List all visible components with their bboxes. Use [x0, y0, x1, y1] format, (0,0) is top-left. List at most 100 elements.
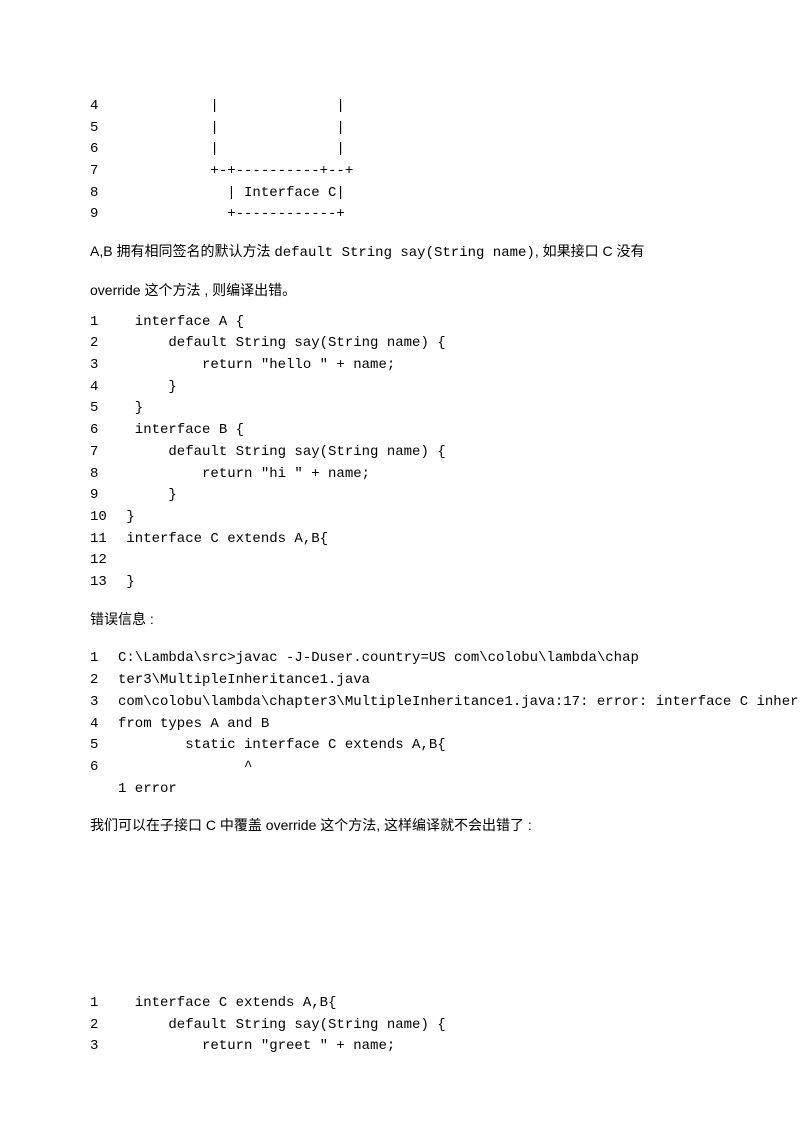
code-text: } — [118, 572, 135, 594]
document-page: 4 | |5 | |6 | |7 +-+----------+--+8 | In… — [0, 0, 800, 1108]
text: 错误信息 : — [90, 611, 154, 627]
code-text: com\colobu\lambda\chapter3\MultipleInher… — [118, 692, 799, 714]
code-text: return "greet " + name; — [118, 1036, 395, 1058]
line-number: 4 — [90, 714, 118, 736]
code-line: 4 | | — [90, 96, 710, 118]
code-line: 9 +------------+ — [90, 204, 710, 226]
line-number: 5 — [90, 398, 118, 420]
code-text: interface A { — [118, 312, 244, 334]
line-number: 5 — [90, 118, 118, 140]
code-line: 13 } — [90, 572, 710, 594]
code-text: interface C extends A,B{ — [118, 529, 328, 551]
line-number: 3 — [90, 1036, 118, 1058]
line-number: 9 — [90, 204, 118, 226]
code-line: 6 | | — [90, 139, 710, 161]
text: 我们可以在子接口 C 中覆盖 override 这个方法, 这样编译就不会出错了… — [90, 817, 532, 833]
code-text: +-+----------+--+ — [118, 161, 353, 183]
code-line: 5 } — [90, 398, 710, 420]
code-line: 2 default String say(String name) { — [90, 333, 710, 355]
code-text: default String say(String name) { — [118, 1015, 446, 1037]
code-line: 2 default String say(String name) { — [90, 1015, 710, 1037]
code-text: from types A and B — [118, 714, 269, 736]
line-number: 2 — [90, 670, 118, 692]
line-number: 9 — [90, 485, 118, 507]
line-number — [90, 779, 118, 801]
code-text: C:\Lambda\src>javac -J-Duser.country=US … — [118, 648, 639, 670]
code-line: 2ter3\MultipleInheritance1.java — [90, 670, 710, 692]
code-line: 4 } — [90, 377, 710, 399]
code-line: 8 | Interface C| — [90, 183, 710, 205]
line-number: 5 — [90, 735, 118, 757]
code-text: default String say(String name) { — [118, 333, 446, 355]
code-line: 10 } — [90, 507, 710, 529]
line-number: 7 — [90, 442, 118, 464]
text: A,B 拥有相同签名的默认方法 — [90, 243, 274, 259]
code-line: 3com\colobu\lambda\chapter3\MultipleInhe… — [90, 692, 710, 714]
paragraph-4: 我们可以在子接口 C 中覆盖 override 这个方法, 这样编译就不会出错了… — [90, 810, 710, 841]
code-text: 1 error — [118, 779, 177, 801]
code-line: 7 +-+----------+--+ — [90, 161, 710, 183]
line-number: 6 — [90, 139, 118, 161]
code-line: 4from types A and B — [90, 714, 710, 736]
code-text: ^ — [118, 757, 252, 779]
code-line: 3 return "greet " + name; — [90, 1036, 710, 1058]
code-block-interfaces: 1 interface A {2 default String say(Stri… — [90, 312, 710, 594]
line-number: 11 — [90, 529, 118, 551]
code-text: default String say(String name) { — [118, 442, 446, 464]
line-number: 4 — [90, 377, 118, 399]
code-line: 1 error — [90, 779, 710, 801]
line-number: 3 — [90, 355, 118, 377]
paragraph-2: override 这个方法 , 则编译出错。 — [90, 275, 710, 306]
code-text: static interface C extends A,B{ — [118, 735, 446, 757]
code-line: 1 interface A { — [90, 312, 710, 334]
code-text: | Interface C| — [118, 183, 345, 205]
spacer — [90, 847, 710, 987]
code-line: 12 — [90, 550, 710, 572]
code-block-diagram: 4 | |5 | |6 | |7 +-+----------+--+8 | In… — [90, 96, 710, 226]
line-number: 8 — [90, 183, 118, 205]
text: override 这个方法 , 则编译出错。 — [90, 282, 296, 298]
code-line: 8 return "hi " + name; — [90, 464, 710, 486]
code-line: 1C:\Lambda\src>javac -J-Duser.country=US… — [90, 648, 710, 670]
code-text: interface B { — [118, 420, 244, 442]
code-text: return "hi " + name; — [118, 464, 370, 486]
line-number: 2 — [90, 1015, 118, 1037]
code-text: interface C extends A,B{ — [118, 993, 336, 1015]
code-text: } — [118, 485, 177, 507]
code-text: | | — [118, 96, 345, 118]
line-number: 8 — [90, 464, 118, 486]
code-line: 5 | | — [90, 118, 710, 140]
line-number: 3 — [90, 692, 118, 714]
line-number: 1 — [90, 648, 118, 670]
paragraph-3: 错误信息 : — [90, 604, 710, 635]
code-line: 5 static interface C extends A,B{ — [90, 735, 710, 757]
line-number: 7 — [90, 161, 118, 183]
line-number: 1 — [90, 312, 118, 334]
text: , 如果接口 C 没有 — [535, 243, 645, 259]
code-text: } — [118, 377, 177, 399]
line-number: 2 — [90, 333, 118, 355]
code-line: 3 return "hello " + name; — [90, 355, 710, 377]
line-number: 1 — [90, 993, 118, 1015]
code-text: return "hello " + name; — [118, 355, 395, 377]
line-number: 6 — [90, 420, 118, 442]
paragraph-1: A,B 拥有相同签名的默认方法 default String say(Strin… — [90, 236, 710, 269]
line-number: 4 — [90, 96, 118, 118]
line-number: 6 — [90, 757, 118, 779]
code-text: | | — [118, 118, 345, 140]
code-line: 6 ^ — [90, 757, 710, 779]
code-block-fix: 1 interface C extends A,B{2 default Stri… — [90, 993, 710, 1058]
line-number: 12 — [90, 550, 118, 572]
code-block-error: 1C:\Lambda\src>javac -J-Duser.country=US… — [90, 648, 710, 800]
line-number: 10 — [90, 507, 118, 529]
code-text: +------------+ — [118, 204, 345, 226]
code-line: 6 interface B { — [90, 420, 710, 442]
code-text: | | — [118, 139, 345, 161]
line-number: 13 — [90, 572, 118, 594]
code-text: } — [118, 507, 135, 529]
code-text: } — [118, 398, 143, 420]
code-text: ter3\MultipleInheritance1.java — [118, 670, 370, 692]
code-line: 1 interface C extends A,B{ — [90, 993, 710, 1015]
code-line: 7 default String say(String name) { — [90, 442, 710, 464]
inline-code: default String say(String name) — [274, 245, 534, 261]
